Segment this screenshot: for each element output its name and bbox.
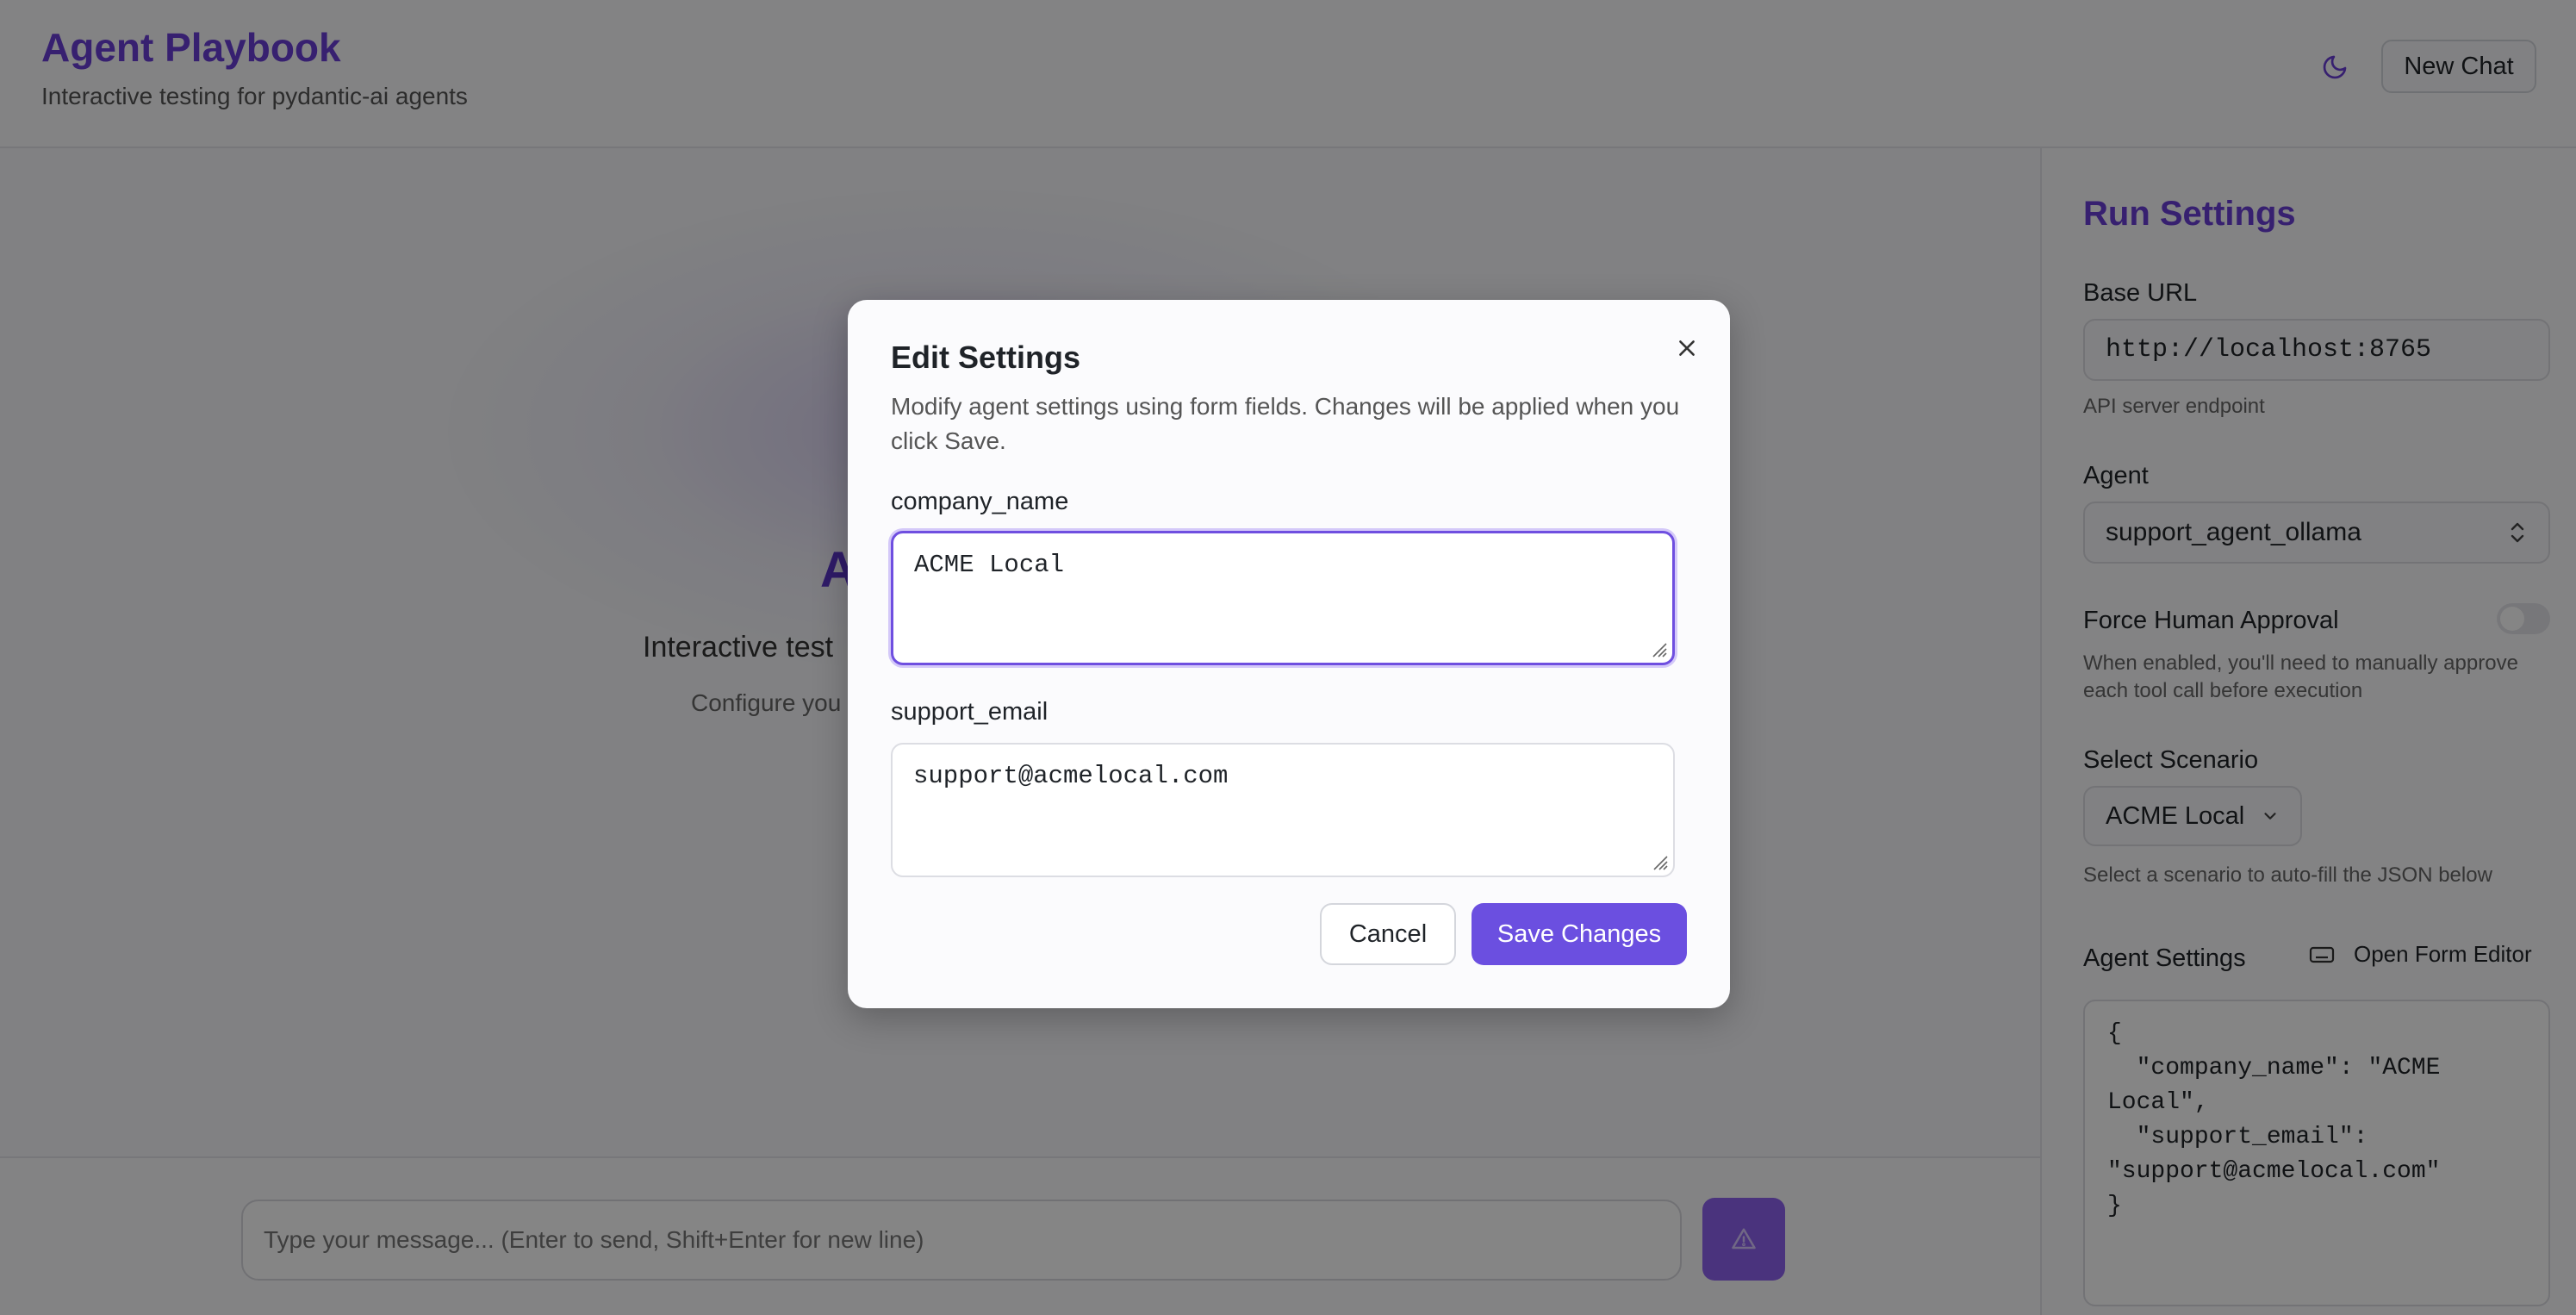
edit-settings-dialog: Edit Settings Modify agent settings usin… <box>848 300 1730 1008</box>
support-email-value: support@acmelocal.com <box>913 762 1229 790</box>
dialog-description: Modify agent settings using form fields.… <box>891 393 1680 454</box>
dialog-title: Edit Settings <box>891 340 1081 375</box>
company-name-value: ACME Local <box>914 551 1065 579</box>
company-name-label: company_name <box>891 488 1069 515</box>
resize-grip-icon[interactable] <box>1651 853 1668 870</box>
support-email-label: support_email <box>891 698 1048 726</box>
close-button[interactable] <box>1668 329 1706 367</box>
company-name-field[interactable]: ACME Local <box>891 531 1675 665</box>
support-email-field[interactable]: support@acmelocal.com <box>891 743 1675 877</box>
resize-grip-icon[interactable] <box>1650 640 1667 658</box>
close-icon <box>1679 340 1695 356</box>
cancel-button[interactable]: Cancel <box>1320 903 1456 965</box>
save-changes-button[interactable]: Save Changes <box>1472 903 1687 965</box>
